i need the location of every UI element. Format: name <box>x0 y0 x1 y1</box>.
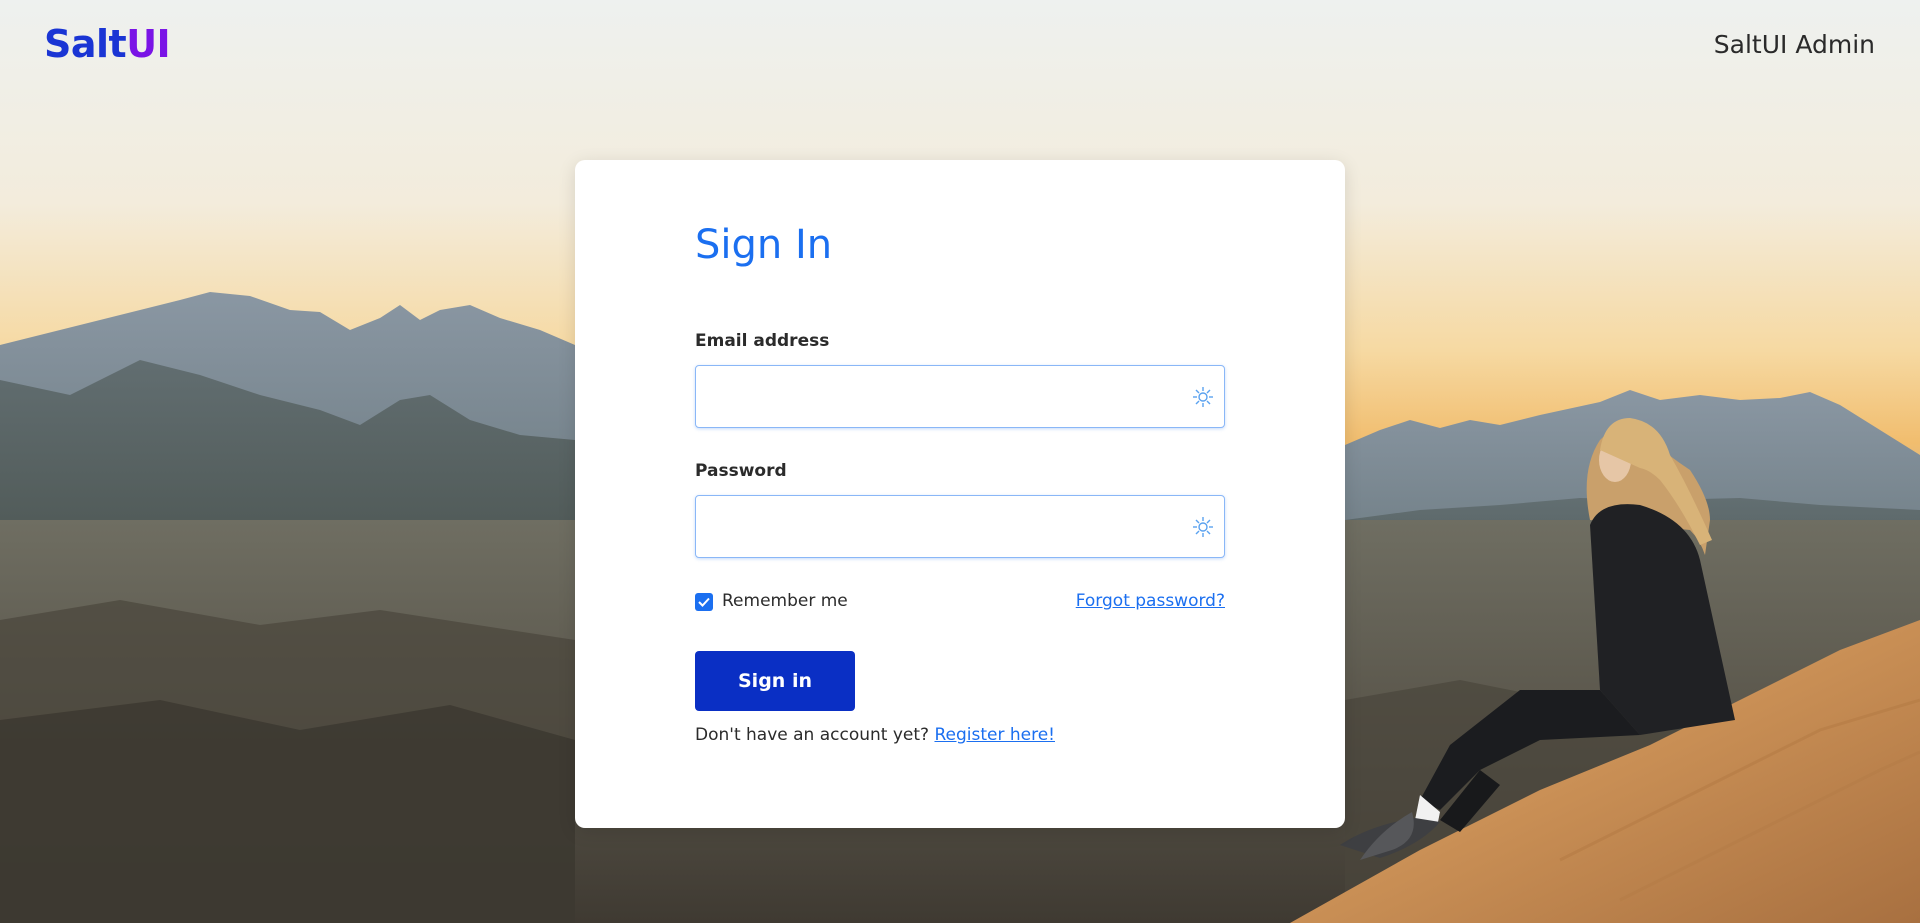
register-row: Don't have an account yet? Register here… <box>695 725 1055 745</box>
password-label: Password <box>695 461 787 481</box>
password-field-wrapper <box>695 495 1225 558</box>
email-label: Email address <box>695 331 830 351</box>
password-manager-icon[interactable] <box>1192 516 1214 538</box>
logo-text-salt: Salt <box>44 22 127 66</box>
remember-me-label[interactable]: Remember me <box>722 591 848 611</box>
app-title: SaltUI Admin <box>1713 30 1875 59</box>
signin-card: Sign In Email address Password Remember … <box>575 160 1345 828</box>
logo-text-ui: UI <box>126 22 171 66</box>
brand-logo[interactable]: SaltUI <box>44 22 171 66</box>
page-title: Sign In <box>695 222 833 268</box>
remember-row: Remember me Forgot password? <box>695 590 1225 614</box>
remember-me-checkbox[interactable] <box>695 593 713 611</box>
email-field-wrapper <box>695 365 1225 428</box>
email-field[interactable] <box>696 366 1224 427</box>
password-manager-icon[interactable] <box>1192 386 1214 408</box>
check-icon <box>698 597 710 607</box>
password-field[interactable] <box>696 496 1224 557</box>
register-link[interactable]: Register here! <box>934 725 1055 745</box>
sign-in-button[interactable]: Sign in <box>695 651 855 711</box>
forgot-password-link[interactable]: Forgot password? <box>1076 591 1225 611</box>
register-prompt: Don't have an account yet? <box>695 725 930 745</box>
